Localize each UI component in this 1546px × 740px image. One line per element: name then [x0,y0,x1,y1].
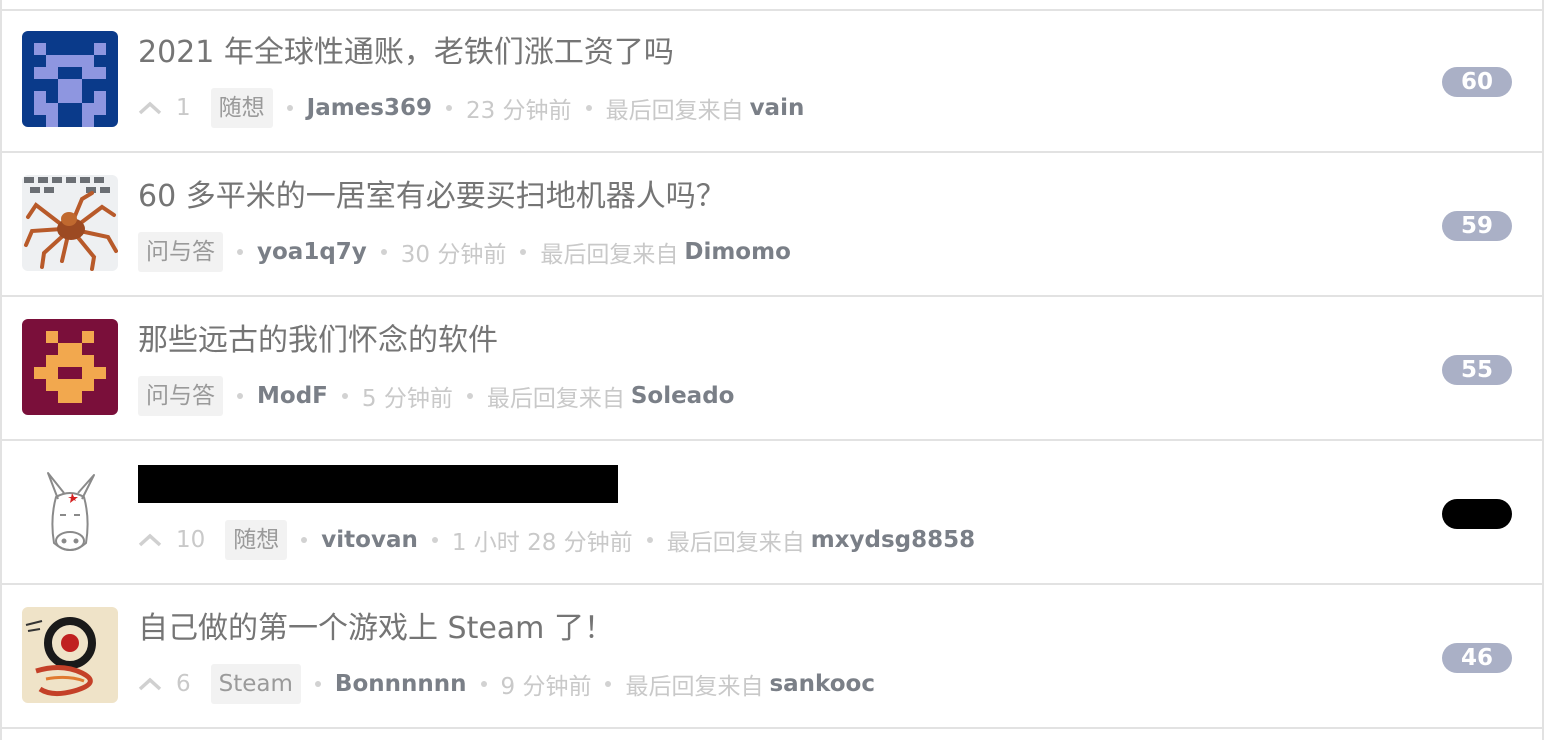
topic-title[interactable] [138,465,618,503]
node-tag[interactable]: 随想 [225,520,288,560]
separator-dot [341,393,348,399]
topic-meta: 6 Steam Bonnnnnn 9 分钟前 最后回复来自 sankooc [138,664,875,704]
topic-title[interactable]: 自己做的第一个游戏上 Steam 了！ [138,609,614,649]
separator-dot [380,249,387,255]
last-reply-label: 最后回复来自 [625,674,764,700]
chevron-up-icon [138,101,162,115]
chevron-up-icon [138,533,162,547]
upvote-button[interactable]: 10 [138,527,205,553]
separator-dot [466,393,473,399]
reply-count-badge[interactable]: 55 [1442,355,1512,385]
topic-meta: 问与答 yoa1q7y 30 分钟前 最后回复来自 Dimomo [138,232,791,272]
last-reply-user-link[interactable]: Soleado [631,383,735,409]
node-tag[interactable]: 问与答 [138,376,223,416]
topic-row: 那些远古的我们怀念的软件 问与答 ModF 5 分钟前 最后回复来自 Solea… [2,299,1542,441]
reply-count-badge[interactable] [1442,499,1512,529]
topic-list: 2021 年全球性通账，老铁们涨工资了吗 1 随想 James369 23 分钟… [0,0,1544,740]
separator-dot [445,105,452,111]
last-reply-label: 最后回复来自 [540,242,679,268]
vote-count: 10 [176,527,206,553]
avatar[interactable] [22,31,118,127]
separator-dot [520,249,527,255]
author-link[interactable]: ModF [257,383,328,409]
last-reply-user-link[interactable]: sankooc [769,671,875,697]
avatar[interactable] [22,463,118,559]
upvote-button[interactable]: 1 [138,95,191,121]
topic-row: 2021 年全球性通账，老铁们涨工资了吗 1 随想 James369 23 分钟… [2,11,1542,153]
author-link[interactable]: Bonnnnnn [335,671,467,697]
topic-title[interactable]: 那些远古的我们怀念的软件 [138,321,498,361]
topic-row: 10 随想 vitovan 1 小时 28 分钟前 最后回复来自 mxydsg8… [2,443,1542,585]
last-reply-label: 最后回复来自 [486,386,625,412]
separator-dot [480,681,487,687]
separator-dot [431,537,438,543]
post-time: 1 小时 28 分钟前 [451,530,633,556]
separator-dot [286,105,293,111]
avatar[interactable] [22,175,118,271]
last-reply-label: 最后回复来自 [605,98,744,124]
topic-meta: 问与答 ModF 5 分钟前 最后回复来自 Soleado [138,376,734,416]
reply-count-badge[interactable]: 60 [1442,67,1512,97]
topic-meta: 10 随想 vitovan 1 小时 28 分钟前 最后回复来自 mxydsg8… [138,520,975,560]
post-time: 5 分钟前 [361,386,453,412]
topic-meta: 1 随想 James369 23 分钟前 最后回复来自 vain [138,88,804,128]
vote-count: 1 [176,95,191,121]
node-tag[interactable]: 问与答 [138,232,223,272]
upvote-button[interactable]: 6 [138,671,191,697]
last-reply-user-link[interactable]: vain [750,95,805,121]
topic-title[interactable]: 2021 年全球性通账，老铁们涨工资了吗 [138,33,674,73]
avatar[interactable] [22,607,118,703]
separator-dot [237,249,243,255]
topic-title[interactable]: 60 多平米的一居室有必要买扫地机器人吗？ [138,177,726,217]
chevron-up-icon [138,677,162,691]
separator-dot [301,537,308,543]
separator-dot [605,681,612,687]
separator-dot [585,105,592,111]
last-reply-label: 最后回复来自 [666,530,805,556]
author-link[interactable]: yoa1q7y [257,239,367,265]
post-time: 9 分钟前 [500,674,592,700]
author-link[interactable]: James369 [307,95,432,121]
separator-dot [237,393,243,399]
separator-dot [314,681,321,687]
last-reply-user-link[interactable]: Dimomo [684,239,791,265]
topic-row: 60 多平米的一居室有必要买扫地机器人吗？ 问与答 yoa1q7y 30 分钟前… [2,155,1542,297]
topic-row: 自己做的第一个游戏上 Steam 了！ 6 Steam Bonnnnnn 9 分… [2,587,1542,729]
reply-count-badge[interactable]: 46 [1442,643,1512,673]
avatar[interactable] [22,319,118,415]
last-reply-user-link[interactable]: mxydsg8858 [811,527,975,553]
vote-count: 6 [176,671,191,697]
node-tag[interactable]: 随想 [210,88,273,128]
node-tag[interactable]: Steam [210,664,301,704]
separator-dot [646,537,653,543]
author-link[interactable]: vitovan [321,527,418,553]
post-time: 30 分钟前 [400,242,507,268]
post-time: 23 分钟前 [465,98,572,124]
reply-count-badge[interactable]: 59 [1442,211,1512,241]
